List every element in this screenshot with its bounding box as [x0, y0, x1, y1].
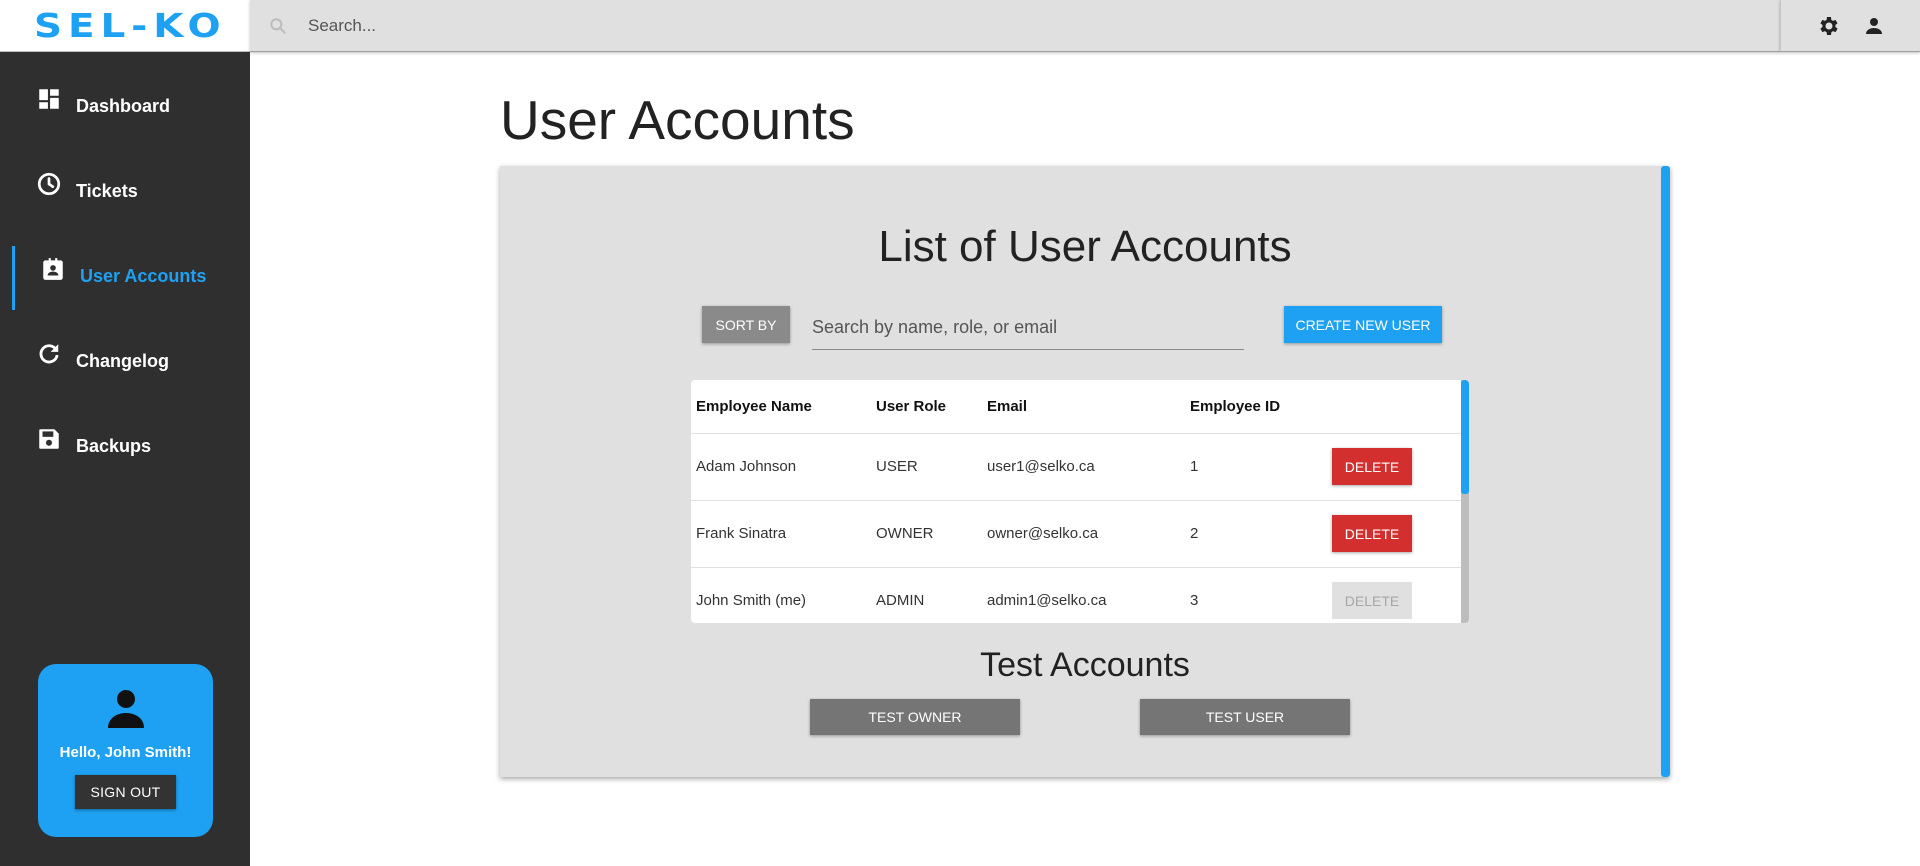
test-owner-button[interactable]: TEST OWNER	[810, 699, 1020, 735]
column-header-actions	[1327, 380, 1461, 434]
user-filter-input[interactable]	[812, 306, 1244, 350]
delete-button-disabled: DELETE	[1332, 582, 1412, 619]
action-cell: DELETE	[1327, 567, 1461, 623]
sidebar-item-dashboard[interactable]: Dashboard	[0, 76, 250, 136]
email: admin1@selko.ca	[982, 567, 1185, 623]
user-role: USER	[871, 433, 982, 501]
email: user1@selko.ca	[982, 433, 1185, 501]
top-actions	[1780, 0, 1920, 52]
employee-id: 2	[1185, 500, 1327, 568]
sign-out-button[interactable]: SIGN OUT	[75, 775, 176, 809]
greeting: Hello, John Smith!	[59, 744, 192, 761]
global-search	[250, 0, 1780, 52]
global-search-input[interactable]	[308, 15, 1208, 36]
delete-button[interactable]: DELETE	[1332, 448, 1412, 485]
table-row: Adam Johnson USER user1@selko.ca 1 DELET…	[691, 433, 1461, 501]
column-header: User Role	[871, 380, 982, 434]
column-header: Employee ID	[1185, 380, 1327, 434]
table-header-row: Employee Name User Role Email Employee I…	[691, 380, 1461, 434]
user-role: OWNER	[871, 500, 982, 568]
delete-button[interactable]: DELETE	[1332, 515, 1412, 552]
logo[interactable]: SEL-KO	[34, 6, 227, 45]
page-title: User Accounts	[500, 89, 855, 151]
account-icon[interactable]	[1862, 14, 1886, 38]
refresh-icon	[39, 344, 59, 364]
email: owner@selko.ca	[982, 500, 1185, 568]
column-header: Employee Name	[691, 380, 871, 434]
employee-id: 1	[1185, 433, 1327, 501]
sidebar: Dashboard Tickets User Accounts Changelo…	[0, 52, 250, 866]
employee-name: Frank Sinatra	[691, 500, 871, 568]
top-bar: SEL-KO	[0, 0, 1920, 52]
user-accounts-panel: List of User Accounts SORT BY CREATE NEW…	[500, 166, 1670, 777]
test-accounts-title: Test Accounts	[980, 646, 1190, 684]
list-title: List of User Accounts	[878, 222, 1292, 271]
clock-icon	[37, 172, 61, 196]
create-new-user-button[interactable]: CREATE NEW USER	[1284, 306, 1442, 343]
dashboard-icon	[39, 89, 59, 109]
table-row: Frank Sinatra OWNER owner@selko.ca 2 DEL…	[691, 500, 1461, 568]
logo-area[interactable]: SEL-KO	[0, 0, 250, 52]
user-table: Employee Name User Role Email Employee I…	[691, 380, 1469, 623]
column-header: Email	[982, 380, 1185, 434]
user-role: ADMIN	[871, 567, 982, 623]
table-row: John Smith (me) ADMIN admin1@selko.ca 3 …	[691, 567, 1461, 623]
sidebar-item-label: Dashboard	[76, 95, 171, 116]
sidebar-item-tickets[interactable]: Tickets	[0, 161, 250, 221]
sort-by-button[interactable]: SORT BY	[702, 306, 790, 343]
sidebar-item-changelog[interactable]: Changelog	[0, 331, 250, 391]
sidebar-item-backups[interactable]: Backups	[0, 416, 250, 476]
badge-icon	[43, 258, 63, 280]
gear-icon[interactable]	[1816, 14, 1840, 38]
table-scrollbar-thumb[interactable]	[1461, 380, 1469, 494]
avatar-icon	[107, 690, 144, 728]
sidebar-item-label: Changelog	[76, 350, 169, 371]
user-card: Hello, John Smith! SIGN OUT	[38, 664, 213, 837]
sidebar-item-label: Backups	[76, 435, 152, 456]
action-cell: DELETE	[1327, 500, 1461, 568]
action-cell: DELETE	[1327, 433, 1461, 501]
employee-id: 3	[1185, 567, 1327, 623]
search-icon	[270, 17, 286, 34]
sidebar-item-label: Tickets	[76, 180, 138, 201]
active-indicator	[12, 246, 15, 310]
test-user-button[interactable]: TEST USER	[1140, 699, 1350, 735]
employee-name: Adam Johnson	[691, 433, 871, 501]
save-icon	[39, 429, 59, 449]
sidebar-item-label: User Accounts	[80, 265, 207, 286]
sidebar-item-user-accounts[interactable]: User Accounts	[0, 246, 250, 310]
employee-name: John Smith (me)	[691, 567, 871, 623]
